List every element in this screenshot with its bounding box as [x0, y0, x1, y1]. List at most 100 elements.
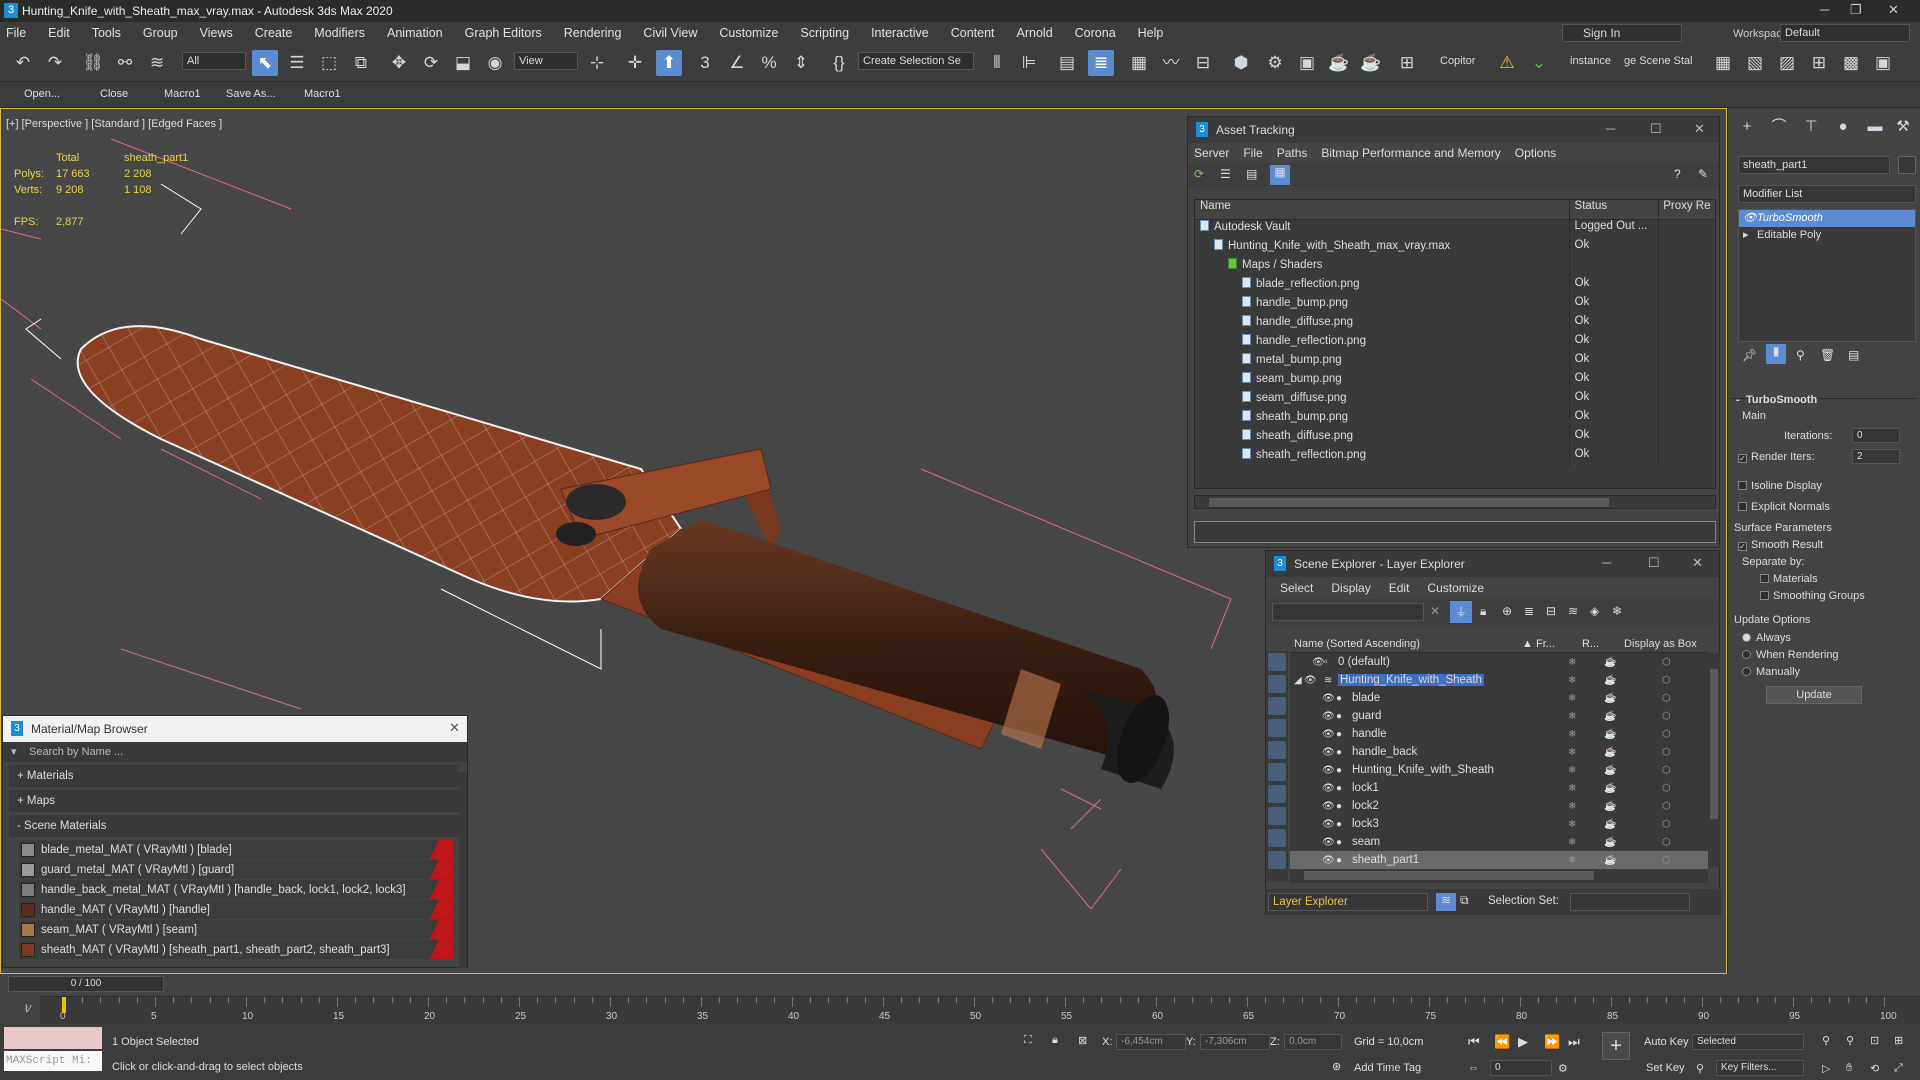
- undo-icon[interactable]: ↶: [10, 50, 36, 76]
- asset-menu-paths[interactable]: Paths: [1277, 146, 1308, 160]
- freeze-icon[interactable]: ❄: [1568, 729, 1576, 740]
- menu-help[interactable]: Help: [1138, 26, 1164, 40]
- zoom-all-icon[interactable]: ⚲: [1846, 1034, 1854, 1047]
- add-to-layer-icon[interactable]: ≣: [1524, 604, 1534, 618]
- display-lights-icon[interactable]: [1268, 697, 1286, 715]
- display-helpers-icon[interactable]: [1268, 741, 1286, 759]
- asset-menu-bitmap-performance-and-memory[interactable]: Bitmap Performance and Memory: [1321, 146, 1500, 160]
- scene-row[interactable]: 👁︎ ● Hunting_Knife_with_Sheath ❄ ☕ ⬡: [1290, 761, 1708, 779]
- modifier-stack-item[interactable]: 👁︎ TurboSmooth: [1739, 210, 1915, 227]
- scene-row[interactable]: 👁︎ ● handle_back ❄ ☕ ⬡: [1290, 743, 1708, 761]
- modifier-eye-icon[interactable]: 👁︎: [1743, 210, 1757, 227]
- display-geometry-icon[interactable]: [1268, 653, 1286, 671]
- scene-row[interactable]: 👁︎ ● lock2 ❄ ☕ ⬡: [1290, 797, 1708, 815]
- renderable-icon[interactable]: ☕: [1604, 837, 1616, 848]
- menu-create[interactable]: Create: [255, 26, 293, 40]
- freeze-icon[interactable]: ❄: [1568, 693, 1576, 704]
- save-as-button[interactable]: Save As...: [226, 88, 276, 100]
- menu-rendering[interactable]: Rendering: [564, 26, 622, 40]
- freeze-icon[interactable]: ❄: [1568, 801, 1576, 812]
- col-status[interactable]: Status: [1570, 200, 1660, 219]
- search-options-icon[interactable]: ▾: [11, 742, 17, 762]
- menu-scripting[interactable]: Scripting: [800, 26, 849, 40]
- scene-explorer-titlebar[interactable]: 3 Scene Explorer - Layer Explorer ─ ☐ ✕: [1266, 551, 1719, 577]
- make-unique-icon[interactable]: ⚲: [1796, 348, 1805, 362]
- key-filter-icon[interactable]: ⚲: [1696, 1062, 1704, 1075]
- edit-named-sets-icon[interactable]: {}: [826, 50, 852, 76]
- display-cameras-icon[interactable]: [1268, 719, 1286, 737]
- rotate-icon[interactable]: ⟳: [418, 50, 444, 76]
- rollout-collapse-icon[interactable]: -: [1736, 394, 1740, 406]
- menu-group[interactable]: Group: [143, 26, 178, 40]
- zoom-icon[interactable]: ⚲: [1822, 1034, 1830, 1047]
- asset-menu-file[interactable]: File: [1243, 146, 1262, 160]
- close-icon[interactable]: ✕: [1692, 555, 1703, 571]
- isoline-checkbox[interactable]: Isoline Display: [1738, 480, 1822, 492]
- go-to-end-icon[interactable]: ⏭: [1568, 1034, 1580, 1050]
- curve-editor-icon[interactable]: 〰: [1158, 50, 1184, 76]
- smoothing-groups-checkbox[interactable]: Smoothing Groups: [1760, 590, 1865, 602]
- sync-selection-icon[interactable]: ⧉: [1460, 893, 1469, 908]
- sign-in-button[interactable]: Sign In: [1562, 24, 1682, 42]
- visibility-eye-icon[interactable]: 👁︎: [1304, 675, 1317, 686]
- hierarchy-tab-icon[interactable]: ⊤: [1800, 116, 1822, 138]
- renderable-icon[interactable]: ☕: [1604, 819, 1616, 830]
- x-coordinate-field[interactable]: -6,454cm: [1116, 1034, 1186, 1050]
- menu-content[interactable]: Content: [951, 26, 995, 40]
- group-scene-materials[interactable]: - Scene Materials: [9, 815, 459, 837]
- scene-row[interactable]: 👁︎ ● guard ❄ ☕ ⬡: [1290, 707, 1708, 725]
- asset-tracking-titlebar[interactable]: 3 Asset Tracking ─ ☐ ✕: [1188, 117, 1719, 143]
- time-slider[interactable]: 0 / 100: [8, 976, 164, 992]
- redo-icon[interactable]: ↷: [42, 50, 68, 76]
- filter-icon[interactable]: ⏚: [1450, 601, 1472, 623]
- material-browser-titlebar[interactable]: 3 Material/Map Browser ✕: [3, 716, 467, 742]
- select-manipulate-icon[interactable]: ✛: [622, 50, 648, 76]
- maxscript-mini-input[interactable]: MAXScript Mi:: [4, 1051, 102, 1071]
- material-scrollbar[interactable]: [459, 772, 467, 968]
- display-box-icon[interactable]: ⬡: [1662, 855, 1671, 866]
- y-coordinate-field[interactable]: -7,306cm: [1200, 1034, 1270, 1050]
- motion-tab-icon[interactable]: ●: [1832, 116, 1854, 138]
- visibility-eye-icon[interactable]: 👁︎: [1322, 693, 1335, 704]
- material-search-input[interactable]: ▾ Search by Name ...: [3, 742, 467, 762]
- go-to-start-icon[interactable]: ⏮: [1468, 1034, 1480, 1050]
- z-coordinate-field[interactable]: 0,0cm: [1284, 1034, 1342, 1050]
- render-region-icon[interactable]: ▧: [1742, 50, 1768, 76]
- material-item[interactable]: handle_back_metal_MAT ( VRayMtl ) [handl…: [19, 880, 453, 899]
- group-materials[interactable]: + Materials: [9, 765, 459, 787]
- freeze-icon[interactable]: ❄: [1568, 711, 1576, 722]
- renderable-icon[interactable]: ☕: [1604, 693, 1616, 704]
- freeze-icon[interactable]: ❄: [1568, 657, 1576, 668]
- close-icon[interactable]: ✕: [449, 720, 460, 736]
- render-icon[interactable]: ⊞: [1394, 50, 1420, 76]
- scale-icon[interactable]: ⬓: [450, 50, 476, 76]
- time-cursor[interactable]: [62, 997, 66, 1013]
- zoom-extents-icon[interactable]: ⊡: [1870, 1034, 1879, 1047]
- col-name-sorted[interactable]: Name (Sorted Ascending): [1294, 638, 1420, 650]
- mirror-icon[interactable]: ⫴: [984, 50, 1010, 76]
- absolute-mode-icon[interactable]: ⊠: [1078, 1034, 1087, 1047]
- table-view-icon[interactable]: ▦: [1270, 165, 1290, 185]
- list-view-icon[interactable]: ☰: [1220, 167, 1231, 181]
- visibility-eye-icon[interactable]: 👁︎: [1322, 765, 1335, 776]
- scene-search-input[interactable]: [1272, 603, 1424, 621]
- minimize-icon[interactable]: ─: [1602, 555, 1611, 570]
- asset-row[interactable]: Maps / Shaders: [1195, 258, 1715, 277]
- asset-row[interactable]: Autodesk Vault Logged Out ...: [1195, 220, 1715, 239]
- modifier-stack-item[interactable]: ▸ Editable Poly: [1739, 227, 1915, 244]
- display-box-icon[interactable]: ⬡: [1662, 711, 1671, 722]
- freeze-icon[interactable]: ❄: [1568, 675, 1576, 686]
- pivot-icon[interactable]: ⊹: [584, 50, 610, 76]
- scene-row[interactable]: ◢ 👁︎ ≋ Hunting_Knife_with_Sheath ❄ ☕ ⬡: [1290, 671, 1708, 689]
- display-xrefs-icon[interactable]: [1268, 807, 1286, 825]
- display-box-icon[interactable]: ⬡: [1662, 729, 1671, 740]
- snaps-toggle-icon[interactable]: 3: [692, 50, 718, 76]
- visibility-eye-icon[interactable]: 👁︎: [1322, 783, 1335, 794]
- col-frozen[interactable]: Fr...: [1536, 638, 1555, 650]
- new-layer-icon[interactable]: ⊕: [1502, 604, 1512, 618]
- select-object-icon[interactable]: ⬉: [252, 50, 278, 76]
- rect-selection-icon[interactable]: ⬚: [316, 50, 342, 76]
- pan-icon[interactable]: ✋︎: [1846, 1062, 1852, 1075]
- menu-civil-view[interactable]: Civil View: [643, 26, 697, 40]
- menu-graph-editors[interactable]: Graph Editors: [465, 26, 542, 40]
